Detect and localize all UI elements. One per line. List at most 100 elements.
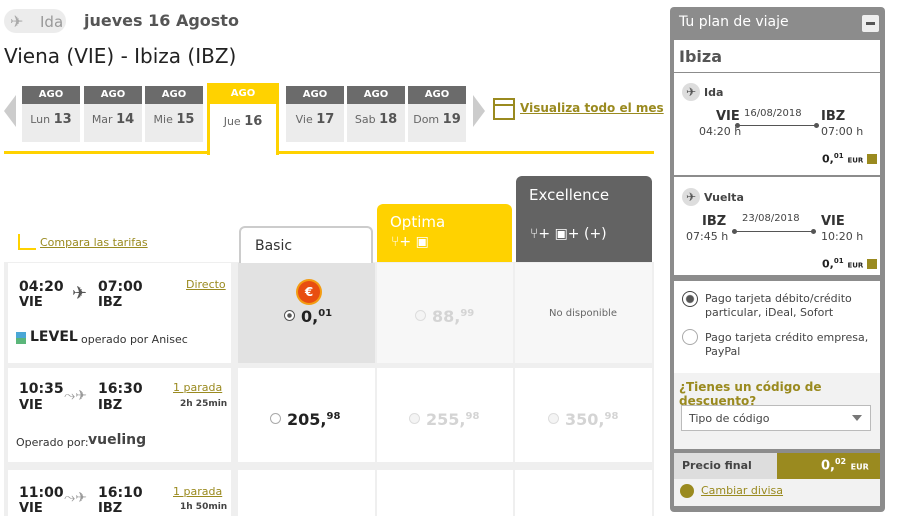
price-dec: 98	[326, 411, 341, 422]
day-number: 18	[379, 112, 398, 127]
date-month: AGO	[145, 86, 203, 104]
flight-type-link[interactable]: 1 parada	[173, 381, 222, 394]
departure-time: 04:20	[19, 279, 64, 295]
tab-optima[interactable]: Optima ⑂+ ▣	[377, 204, 512, 262]
date-tab-15[interactable]: AGO Mie 15	[145, 86, 203, 142]
fare-price: 205,98	[270, 410, 340, 429]
to-time: 07:00 h	[821, 125, 864, 138]
discount-question: ¿Tienes un código de descuento?	[679, 380, 822, 408]
date-month: AGO	[210, 83, 276, 104]
plan-destination: Ibiza	[679, 47, 722, 66]
fare-price: 88,99	[415, 307, 474, 326]
arrival-time: 07:00	[98, 279, 143, 295]
to-code: VIE	[821, 214, 845, 229]
price-int: 0,	[301, 307, 319, 326]
minimize-icon[interactable]	[862, 15, 879, 32]
fare-radio[interactable]	[548, 413, 559, 424]
duration: 2h 25min	[180, 399, 228, 409]
fare-cell-basic[interactable]: 205,98	[238, 368, 375, 462]
from-code: IBZ	[702, 214, 727, 229]
fare-cell-excellence: No disponible	[515, 263, 652, 363]
flight-row[interactable]: 04:20 VIE ✈ 07:00 IBZ Directo LEVEL oper…	[8, 263, 231, 363]
chevron-down-icon	[852, 415, 862, 421]
payment-radio-debit[interactable]	[682, 291, 698, 307]
leg-date: 23/08/2018	[742, 213, 800, 224]
price-int: 0,	[822, 257, 834, 271]
departure-code: VIE	[19, 295, 43, 310]
date-strip-underline	[278, 151, 654, 154]
flight-type-link[interactable]: 1 parada	[173, 485, 222, 498]
payment-option-credit[interactable]: Pago tarjeta crédito empresa, PayPal	[705, 331, 875, 359]
fare-cell-optima[interactable]: 255,98	[377, 368, 513, 462]
day-number: 19	[442, 112, 461, 127]
route-line	[732, 229, 816, 234]
fare-cell-optima[interactable]	[377, 470, 513, 516]
date-month: AGO	[347, 86, 405, 104]
price-int: 255,	[426, 410, 466, 429]
airline-name: LEVEL	[30, 329, 78, 345]
seat-bag-icon: ⑂+ ▣	[391, 234, 429, 250]
fare-cell-excellence[interactable]: 350,98	[515, 368, 652, 462]
day-number: 16	[244, 114, 263, 129]
tab-basic[interactable]: Basic	[239, 226, 373, 263]
fare-cell-basic[interactable]: € 0,01	[238, 263, 375, 363]
date-tab-16[interactable]: AGO Jue 16	[207, 83, 279, 155]
flight-row[interactable]: 11:00 VIE ⤳✈ 16:10 IBZ 1 parada 1h 50min	[8, 470, 231, 516]
outbound-box: ✈ Ida VIE 04:20 h 16/08/2018 IBZ 07:00 h…	[674, 73, 880, 175]
date-day: Mie 15	[145, 112, 203, 127]
prev-dates-arrow-icon[interactable]	[4, 95, 16, 127]
final-price-label: Precio final	[674, 453, 777, 479]
date-tab-14[interactable]: AGO Mar 14	[84, 86, 142, 142]
leg-label: Ida	[704, 86, 724, 99]
change-currency-link[interactable]: Cambiar divisa	[701, 484, 783, 497]
fare-price: 350,98	[548, 410, 618, 429]
day-number: 15	[176, 112, 195, 127]
day-number: 14	[116, 112, 135, 127]
date-tab-18[interactable]: AGO Sab 18	[347, 86, 405, 142]
fare-radio[interactable]	[415, 310, 426, 321]
fare-radio[interactable]	[409, 413, 420, 424]
date-month: AGO	[84, 86, 142, 104]
return-box: ✈ Vuelta IBZ 07:45 h 23/08/2018 VIE 10:2…	[674, 177, 880, 275]
calendar-icon[interactable]	[493, 98, 515, 120]
date-strip-underline	[4, 151, 210, 154]
fare-cell-basic[interactable]	[238, 470, 375, 516]
view-month-link[interactable]: Visualiza todo el mes	[520, 101, 664, 115]
operator-text: operado por Anisec	[81, 333, 188, 346]
date-tab-17[interactable]: AGO Vie 17	[286, 86, 344, 142]
date-month: AGO	[286, 86, 344, 104]
currency: EUR	[850, 462, 869, 472]
fare-cell-optima[interactable]: 88,99	[377, 263, 513, 363]
to-code: IBZ	[821, 109, 846, 124]
date-month: AGO	[22, 86, 80, 104]
fare-upgrade-icon[interactable]	[867, 154, 877, 164]
payment-option-debit[interactable]: Pago tarjeta débito/crédito particular, …	[705, 292, 875, 320]
next-dates-arrow-icon[interactable]	[473, 95, 485, 127]
flight-row[interactable]: 10:35 VIE ⤳✈ 16:30 IBZ 1 parada 2h 25min…	[8, 368, 231, 462]
fare-radio[interactable]	[284, 310, 295, 321]
date-title: jueves 16 Agosto	[84, 11, 239, 30]
ida-label: Ida	[40, 13, 64, 31]
code-type-select[interactable]: Tipo de código	[681, 405, 871, 431]
fare-upgrade-icon[interactable]	[867, 259, 877, 269]
compare-fares-link[interactable]: Compara las tarifas	[40, 236, 148, 249]
departure-code: VIE	[19, 398, 43, 413]
day-name: Lun	[30, 113, 51, 126]
airline-name: vueling	[88, 432, 147, 448]
price-int: 0,	[821, 458, 835, 474]
plane-icon: ✈	[682, 83, 700, 101]
fare-radio[interactable]	[270, 413, 281, 424]
fare-cell-excellence[interactable]	[515, 470, 652, 516]
flight-type-link[interactable]: Directo	[186, 278, 226, 291]
price-dec: 99	[460, 308, 475, 319]
date-day: Sab 18	[347, 112, 405, 127]
promo-badge-icon: €	[298, 281, 320, 303]
day-name: Mar	[91, 113, 113, 126]
payment-radio-credit[interactable]	[682, 329, 698, 345]
date-tab-13[interactable]: AGO Lun 13	[22, 86, 80, 142]
not-available-text: No disponible	[549, 308, 617, 319]
day-name: Vie	[295, 113, 313, 126]
tab-excellence[interactable]: Excellence ⑂+ ▣+ (+)	[516, 176, 652, 262]
date-tab-19[interactable]: AGO Dom 19	[408, 86, 466, 142]
price-int: 350,	[565, 410, 605, 429]
